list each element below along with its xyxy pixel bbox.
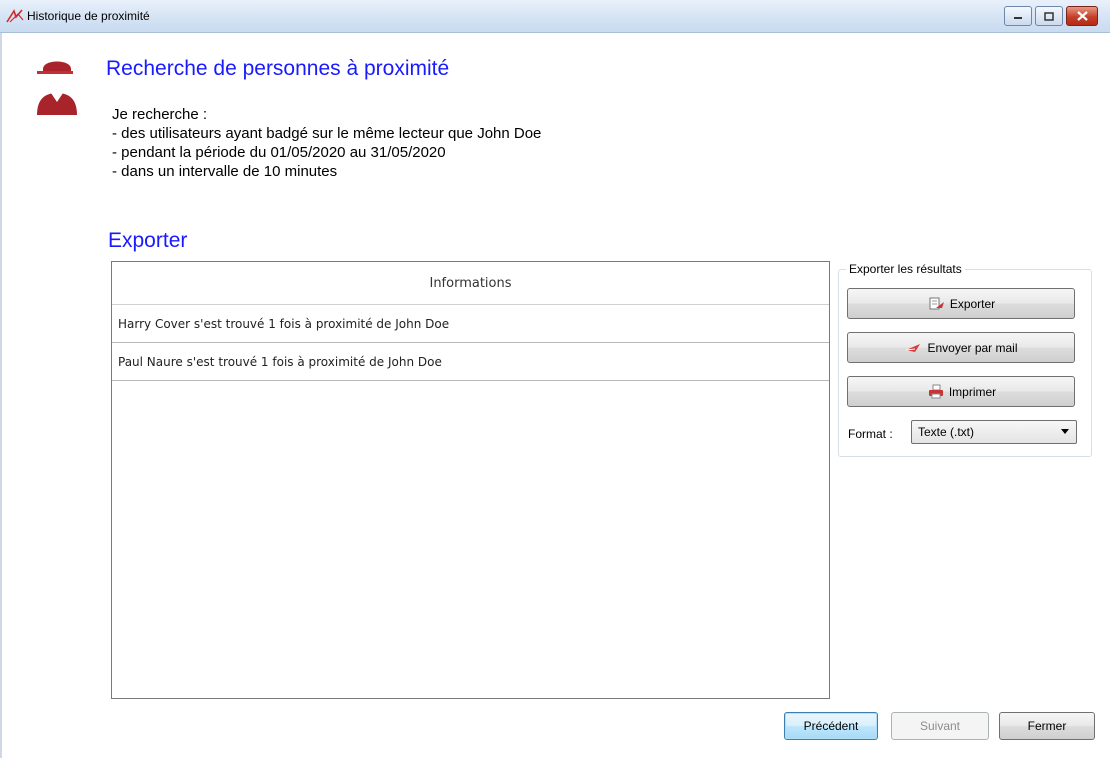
format-select[interactable]: Texte (.txt): [911, 420, 1077, 444]
app-logo-icon: [6, 9, 24, 23]
export-button[interactable]: Exporter: [847, 288, 1075, 319]
export-section-title: Exporter: [108, 229, 188, 252]
minimize-icon: [1014, 17, 1022, 19]
table-row[interactable]: Paul Naure s'est trouvé 1 fois à proximi…: [112, 343, 829, 381]
maximize-button[interactable]: [1035, 6, 1063, 26]
printer-icon: [928, 384, 943, 398]
export-group-title: Exporter les résultats: [846, 262, 965, 276]
close-button-label: Fermer: [1027, 719, 1067, 733]
send-mail-button[interactable]: Envoyer par mail: [847, 332, 1075, 363]
close-icon: [1076, 11, 1088, 21]
chevron-down-icon: [1061, 429, 1069, 434]
export-icon: [929, 297, 944, 309]
criteria-intro: Je recherche :: [112, 106, 208, 123]
format-selected-value: Texte (.txt): [918, 425, 975, 439]
format-label: Format :: [848, 427, 893, 441]
window-border: [0, 33, 2, 758]
criteria-line: - dans un intervalle de 10 minutes: [112, 163, 338, 180]
page-title: Recherche de personnes à proximité: [106, 57, 450, 80]
next-button[interactable]: Suivant: [891, 712, 989, 740]
column-header-informations[interactable]: Informations: [112, 262, 829, 305]
user-icon: [37, 61, 77, 115]
export-button-label: Exporter: [949, 296, 996, 311]
mail-icon: [906, 343, 921, 352]
criteria-line: - des utilisateurs ayant badgé sur le mê…: [112, 125, 542, 142]
send-mail-button-label: Envoyer par mail: [927, 340, 1018, 355]
print-button[interactable]: Imprimer: [847, 376, 1075, 407]
title-bar: Historique de proximité: [0, 0, 1110, 33]
next-button-label: Suivant: [919, 719, 961, 733]
minimize-button[interactable]: [1004, 6, 1032, 26]
window-title: Historique de proximité: [27, 9, 150, 23]
previous-button-label: Précédent: [803, 719, 859, 733]
close-window-button[interactable]: [1066, 6, 1098, 26]
criteria-line: - pendant la période du 01/05/2020 au 31…: [112, 144, 446, 161]
maximize-icon: [1044, 11, 1054, 21]
table-row[interactable]: Harry Cover s'est trouvé 1 fois à proxim…: [112, 305, 829, 343]
results-grid[interactable]: Informations Harry Cover s'est trouvé 1 …: [111, 261, 830, 699]
close-button[interactable]: Fermer: [999, 712, 1095, 740]
print-button-label: Imprimer: [948, 384, 997, 399]
previous-button[interactable]: Précédent: [784, 712, 878, 740]
search-criteria: Je recherche : - des utilisateurs ayant …: [112, 105, 541, 181]
